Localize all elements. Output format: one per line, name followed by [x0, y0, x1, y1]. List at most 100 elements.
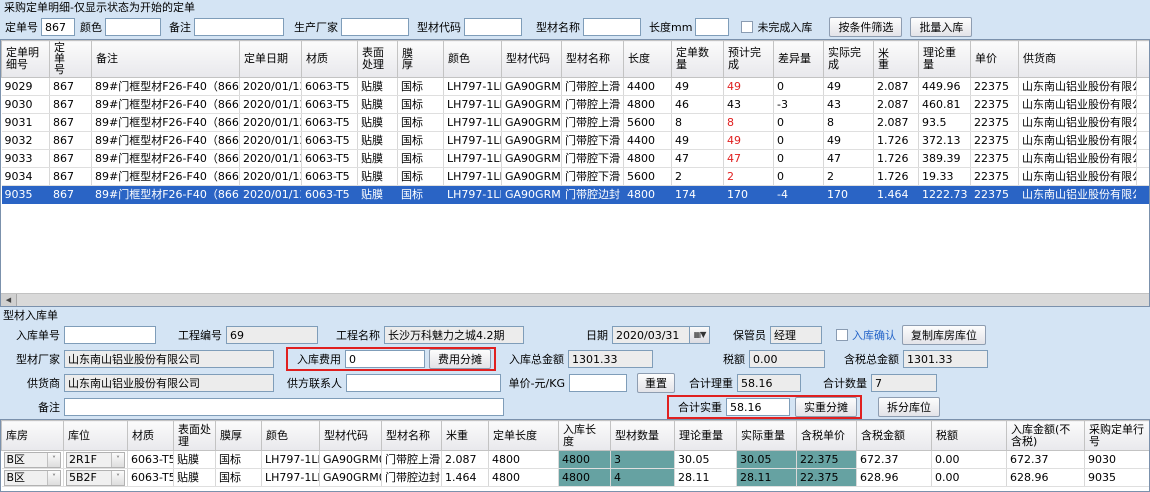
grid-cell[interactable]: 9029 — [2, 78, 50, 96]
grid-cell[interactable] — [1137, 78, 1150, 96]
grid-cell[interactable]: GA90GRM03 — [502, 114, 562, 132]
grid-cell[interactable]: 6063-T5 — [302, 168, 358, 186]
grid-cell[interactable]: 4 — [611, 469, 675, 487]
grid-cell[interactable]: 国标 — [216, 469, 262, 487]
grid-cell[interactable]: 0 — [774, 114, 824, 132]
column-header[interactable]: 型材代码 — [502, 41, 562, 78]
grid-cell[interactable]: 4400 — [624, 132, 672, 150]
grid-cell[interactable]: 9035 — [1085, 469, 1150, 487]
grid-cell[interactable]: 867 — [50, 150, 92, 168]
grid-cell[interactable]: 19.33 — [919, 168, 971, 186]
grid-cell[interactable]: 22375 — [971, 150, 1019, 168]
keeper-input[interactable] — [770, 326, 822, 344]
grid-cell[interactable]: LH797-1LL0 — [444, 114, 502, 132]
grid-cell[interactable]: 国标 — [398, 78, 444, 96]
grid-cell[interactable]: 门带腔上滑 — [562, 96, 624, 114]
grid-cell[interactable]: LH797-1LL0 — [262, 451, 320, 469]
grid-cell[interactable]: 49 — [724, 132, 774, 150]
column-header[interactable]: 米重 — [874, 41, 919, 78]
actual-weight-allocate-button[interactable]: 实重分摊 — [795, 397, 857, 417]
grid-row[interactable]: 903486789#门框型材F26-F40（866+867）2020/01/13… — [2, 168, 1150, 186]
grid-row[interactable]: 903386789#门框型材F26-F40（866+867）2020/01/13… — [2, 150, 1150, 168]
column-header[interactable]: 长度 — [624, 41, 672, 78]
grid-cell[interactable]: GA90GRM03 — [502, 78, 562, 96]
grid-cell[interactable]: 2.087 — [874, 114, 919, 132]
grid-cell[interactable]: 门带腔上滑 — [382, 451, 442, 469]
grid-cell[interactable]: 2.087 — [874, 78, 919, 96]
grid-cell[interactable]: 4800 — [624, 186, 672, 204]
grid-cell[interactable]: 国标 — [398, 168, 444, 186]
grid-cell[interactable]: LH797-1LL0 — [444, 186, 502, 204]
grid-cell[interactable] — [1137, 114, 1150, 132]
grid-cell[interactable]: 6063-T5 — [128, 451, 174, 469]
unfinished-inbound-checkbox[interactable] — [741, 21, 753, 33]
filter-manufacturer-input[interactable] — [341, 18, 409, 36]
tax-input[interactable] — [749, 350, 825, 368]
grid-cell[interactable]: 4800 — [489, 451, 559, 469]
grid-cell[interactable] — [1137, 132, 1150, 150]
grid-cell[interactable]: 门带腔上滑 — [562, 114, 624, 132]
grid-cell[interactable]: 2020/01/13 — [240, 168, 302, 186]
grid-row[interactable]: 903186789#门框型材F26-F40（866+867）2020/01/13… — [2, 114, 1150, 132]
grid-cell[interactable]: GA90GRM04 — [502, 132, 562, 150]
grid-cell[interactable]: 49 — [724, 78, 774, 96]
grid-row[interactable]: B区˅5B2F˅6063-T5贴膜国标LH797-1LL0GA90GRM05门带… — [2, 469, 1150, 487]
grid-cell[interactable]: 贴膜 — [358, 132, 398, 150]
grid-cell[interactable]: 389.39 — [919, 150, 971, 168]
grid-cell[interactable]: 867 — [50, 132, 92, 150]
grid-cell[interactable]: LH797-1LL0 — [262, 469, 320, 487]
grid-cell[interactable]: 49 — [672, 132, 724, 150]
grid-cell[interactable]: 0 — [774, 132, 824, 150]
grid-cell[interactable]: B区˅ — [2, 451, 64, 469]
grid-cell[interactable]: 门带腔下滑 — [562, 150, 624, 168]
grid-cell[interactable]: 4800 — [489, 469, 559, 487]
grid-cell[interactable]: LH797-1LL0 — [444, 132, 502, 150]
column-header[interactable]: 单价 — [971, 41, 1019, 78]
grid-cell[interactable]: 2.087 — [874, 96, 919, 114]
grid-cell[interactable]: 5B2F˅ — [64, 469, 128, 487]
grid-cell[interactable]: 9035 — [2, 186, 50, 204]
grid-cell[interactable]: 30.05 — [737, 451, 797, 469]
dropdown-arrow-icon[interactable]: ˅ — [111, 471, 124, 485]
grid-cell[interactable]: 22375 — [971, 96, 1019, 114]
grid-cell[interactable]: 8 — [724, 114, 774, 132]
grid-cell[interactable]: 国标 — [398, 114, 444, 132]
grid-cell[interactable]: GA90GRM05 — [320, 469, 382, 487]
column-header[interactable]: 表面处理 — [174, 421, 216, 451]
dropdown-arrow-icon[interactable]: ˅ — [47, 471, 60, 485]
grid-cell[interactable]: 89#门框型材F26-F40（866+867） — [92, 114, 240, 132]
grid-cell[interactable]: 47 — [824, 150, 874, 168]
scroll-left-button[interactable]: ◀ — [1, 294, 17, 306]
grid-cell[interactable]: 49 — [672, 78, 724, 96]
grid-cell[interactable]: 89#门框型材F26-F40（866+867） — [92, 132, 240, 150]
grid-cell[interactable]: 0 — [774, 168, 824, 186]
grid-cell[interactable]: 贴膜 — [358, 96, 398, 114]
grid-cell[interactable]: 9031 — [2, 114, 50, 132]
grid-cell[interactable]: 0 — [774, 150, 824, 168]
grid-cell[interactable]: 1.464 — [874, 186, 919, 204]
inbound-confirm-checkbox[interactable] — [836, 329, 848, 341]
grid-cell[interactable]: 贴膜 — [358, 186, 398, 204]
split-location-button[interactable]: 拆分库位 — [878, 397, 940, 417]
grid-cell[interactable]: 174 — [672, 186, 724, 204]
grid-cell[interactable]: 6063-T5 — [302, 132, 358, 150]
project-name-input[interactable] — [384, 326, 524, 344]
grid-cell[interactable]: 460.81 — [919, 96, 971, 114]
grid-cell[interactable]: 国标 — [398, 132, 444, 150]
grid-row[interactable]: B区˅2R1F˅6063-T5贴膜国标LH797-1LL0GA90GRM03门带… — [2, 451, 1150, 469]
grid-cell[interactable]: 22375 — [971, 78, 1019, 96]
scrollbar-track[interactable] — [17, 294, 1149, 306]
copy-location-button[interactable]: 复制库房库位 — [902, 325, 986, 345]
inbound-no-input[interactable] — [64, 326, 156, 344]
column-header[interactable]: 含税单价 — [797, 421, 857, 451]
grid-cell[interactable]: 山东南山铝业股份有限公司 — [1019, 150, 1137, 168]
grid-cell[interactable]: 贴膜 — [174, 451, 216, 469]
column-header[interactable]: 税额 — [932, 421, 1007, 451]
column-header[interactable] — [1137, 41, 1150, 78]
filter-order-no-input[interactable] — [41, 18, 75, 36]
column-header[interactable]: 备注 — [92, 41, 240, 78]
grid-cell[interactable]: 国标 — [398, 186, 444, 204]
grid-cell[interactable]: 2020/01/13 — [240, 132, 302, 150]
column-header[interactable]: 实际完成 — [824, 41, 874, 78]
grid-cell[interactable]: 3 — [611, 451, 675, 469]
